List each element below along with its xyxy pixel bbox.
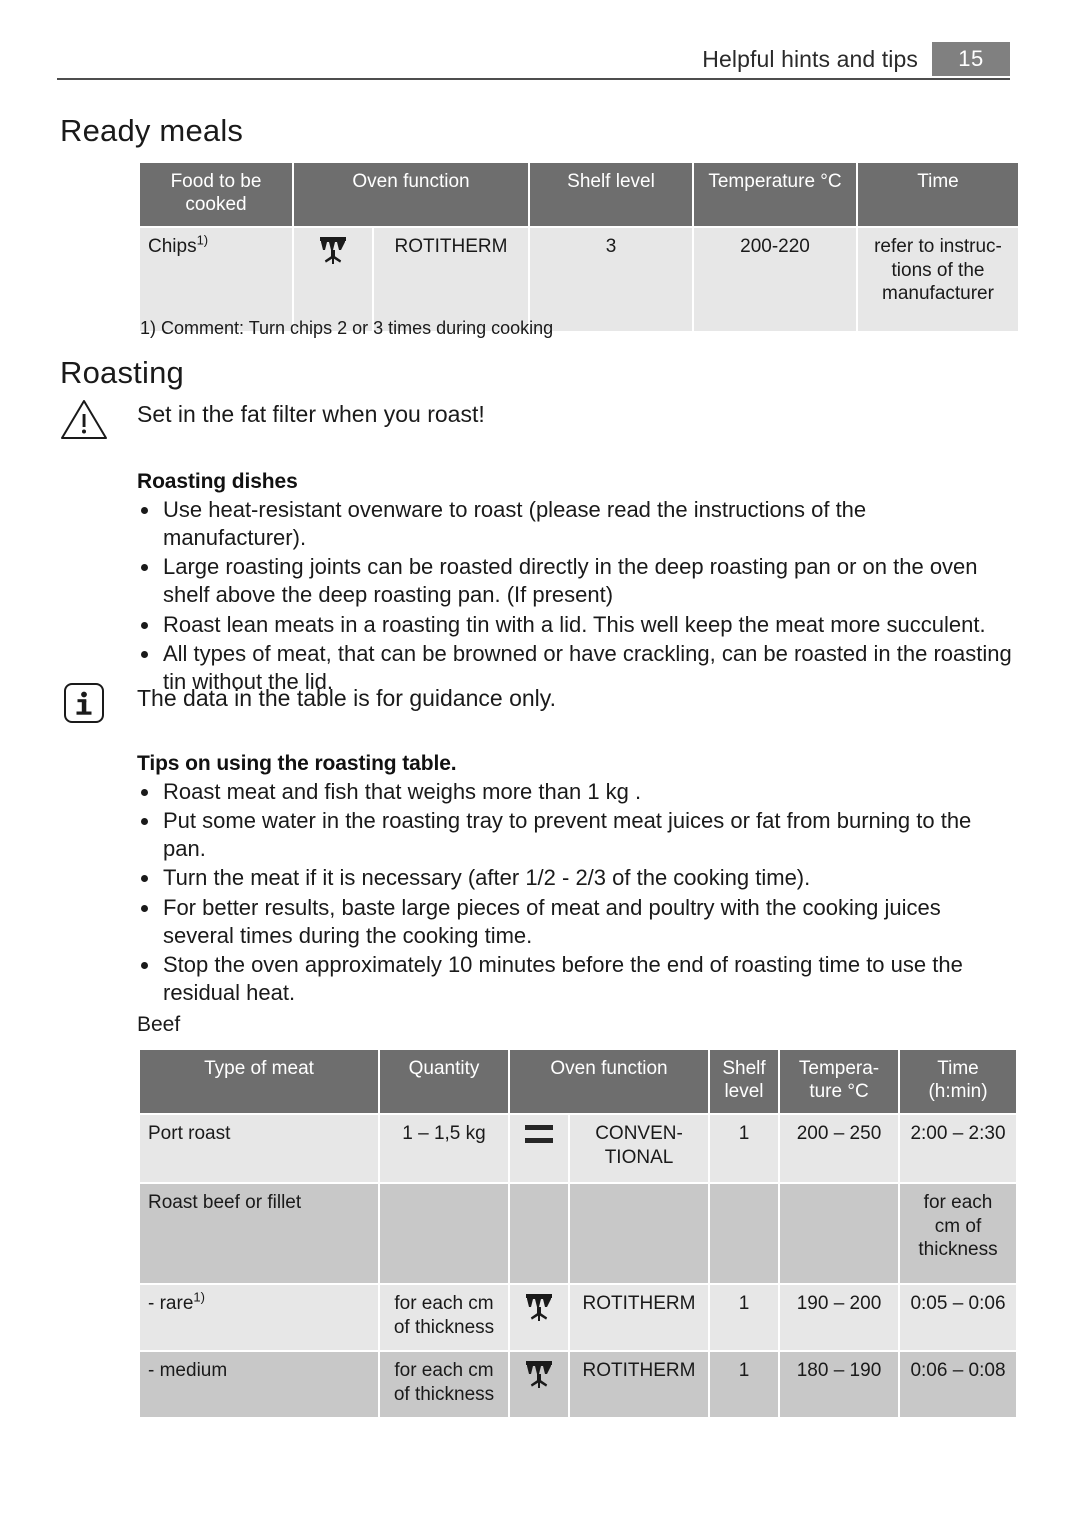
cell-meat-text: Port roast: [148, 1123, 231, 1145]
cell-time: 0:05 – 0:06: [900, 1285, 1016, 1351]
running-header: Helpful hints and tips 15: [57, 40, 1010, 78]
cell-temperature: 200-220: [694, 228, 856, 332]
cell-meat: - rare1): [140, 1285, 378, 1351]
cell-meat-text: - medium: [148, 1360, 228, 1382]
table-header-row: Type of meat Quantity Oven function Shel…: [140, 1050, 1016, 1114]
list-item: Put some water in the roasting tray to p…: [137, 807, 1015, 863]
cell-oven-function-icon: [510, 1285, 568, 1351]
tips-list: Roast meat and fish that weighs more tha…: [137, 778, 1015, 1007]
column-header-temperature: Temperature °C: [694, 163, 856, 227]
table-row: - rare1) for each cm of thickness ROTITH…: [140, 1285, 1016, 1351]
footnote-marker: 1): [196, 233, 209, 249]
column-header-shelf-level: Shelf level: [710, 1050, 778, 1114]
beef-table: Type of meat Quantity Oven function Shel…: [138, 1048, 1018, 1420]
column-header-oven-function: Oven function: [294, 163, 528, 227]
cell-shelf-level: 1: [710, 1285, 778, 1351]
cell-meat: Roast beef or fillet: [140, 1184, 378, 1284]
cell-oven-function-icon: [510, 1115, 568, 1183]
column-header-time: Time (h:min): [900, 1050, 1016, 1114]
cell-quantity: for each cm of thickness: [380, 1285, 508, 1351]
ready-meals-table: Food to be cooked Oven function Shelf le…: [138, 161, 1020, 334]
cell-oven-function-name: ROTITHERM: [374, 228, 528, 332]
table-row: Port roast 1 – 1,5 kg CONVEN- TIONAL 1 2…: [140, 1115, 1016, 1183]
section-heading-ready-meals: Ready meals: [60, 113, 244, 148]
tips-heading: Tips on using the roasting table.: [137, 752, 457, 775]
cell-time: 2:00 – 2:30: [900, 1115, 1016, 1183]
cell-shelf-level: 1: [710, 1115, 778, 1183]
cell-quantity: 1 – 1,5 kg: [380, 1115, 508, 1183]
cell-time: refer to instruc- tions of the manufactu…: [858, 228, 1018, 332]
header-title: Helpful hints and tips: [702, 45, 918, 72]
warning-triangle-icon: [60, 398, 108, 440]
list-item: Use heat-resistant ovenware to roast (pl…: [137, 496, 1015, 552]
table-row: - medium for each cm of thickness ROTITH…: [140, 1352, 1016, 1418]
cell-oven-function-icon: [510, 1184, 568, 1284]
rotitherm-icon: [318, 235, 348, 265]
cell-food-text: Chips: [148, 236, 197, 258]
list-item: For better results, baste large pieces o…: [137, 894, 1015, 950]
cell-oven-function-name: CONVEN- TIONAL: [570, 1115, 708, 1183]
cell-oven-function-icon: [294, 228, 372, 332]
roasting-dishes-block: Roasting dishes Use heat-resistant ovenw…: [137, 470, 1015, 697]
beef-label: Beef: [137, 1013, 181, 1036]
document-page: Helpful hints and tips 15 Ready meals Fo…: [0, 0, 1080, 1529]
cell-quantity: for each cm of thickness: [380, 1352, 508, 1418]
warning-text: Set in the fat filter when you roast!: [137, 401, 485, 427]
cell-temperature: 190 – 200: [780, 1285, 898, 1351]
cell-meat: - medium: [140, 1352, 378, 1418]
cell-time: 0:06 – 0:08: [900, 1352, 1016, 1418]
cell-oven-function-name: ROTITHERM: [570, 1352, 708, 1418]
cell-temperature: 200 – 250: [780, 1115, 898, 1183]
column-header-time: Time: [858, 163, 1018, 227]
cell-meat-text: Roast beef or fillet: [148, 1192, 302, 1214]
list-item: Roast meat and fish that weighs more tha…: [137, 778, 1015, 806]
info-icon: [60, 682, 108, 724]
cell-time: for each cm of thickness: [900, 1184, 1016, 1284]
cell-oven-function-name: ROTITHERM: [570, 1285, 708, 1351]
footnote-marker: 1): [193, 1290, 205, 1306]
header-divider: [57, 78, 1010, 80]
warning-notice: Set in the fat filter when you roast!: [60, 398, 485, 440]
column-header-type-of-meat: Type of meat: [140, 1050, 378, 1114]
cell-meat: Port roast: [140, 1115, 378, 1183]
column-header-food: Food to be cooked: [140, 163, 292, 227]
cell-temperature: [780, 1184, 898, 1284]
ready-meals-footnote: 1) Comment: Turn chips 2 or 3 times duri…: [140, 318, 554, 338]
rotitherm-icon: [524, 1359, 554, 1389]
cell-food: Chips1): [140, 228, 292, 332]
column-header-temperature: Tempera- ture °C: [780, 1050, 898, 1114]
cell-meat-text: - rare: [148, 1293, 194, 1315]
list-item: Roast lean meats in a roasting tin with …: [137, 611, 1015, 639]
column-header-shelf-level: Shelf level: [530, 163, 692, 227]
column-header-oven-function: Oven function: [510, 1050, 708, 1114]
table-row: Roast beef or fillet for each cm of thic…: [140, 1184, 1016, 1284]
page-number-badge: 15: [932, 42, 1010, 76]
roasting-dishes-list: Use heat-resistant ovenware to roast (pl…: [137, 496, 1015, 696]
list-item: Turn the meat if it is necessary (after …: [137, 864, 1015, 892]
cell-quantity: [380, 1184, 508, 1284]
table-row: Chips1) ROTITHERM 3 200-220 refer to ins…: [140, 228, 1018, 332]
roasting-tips-block: Tips on using the roasting table. Roast …: [137, 752, 1015, 1008]
conventional-icon: [524, 1122, 554, 1148]
section-heading-roasting: Roasting: [60, 355, 184, 390]
info-notice: The data in the table is for guidance on…: [60, 682, 556, 724]
rotitherm-icon: [524, 1292, 554, 1322]
cell-shelf-level: 1: [710, 1352, 778, 1418]
table-header-row: Food to be cooked Oven function Shelf le…: [140, 163, 1018, 227]
cell-oven-function-name: [570, 1184, 708, 1284]
cell-shelf-level: [710, 1184, 778, 1284]
cell-temperature: 180 – 190: [780, 1352, 898, 1418]
roasting-dishes-heading: Roasting dishes: [137, 470, 298, 493]
cell-shelf-level: 3: [530, 228, 692, 332]
column-header-quantity: Quantity: [380, 1050, 508, 1114]
info-text: The data in the table is for guidance on…: [137, 685, 556, 711]
list-item: Stop the oven approximately 10 minutes b…: [137, 951, 1015, 1007]
cell-oven-function-icon: [510, 1352, 568, 1418]
list-item: Large roasting joints can be roasted dir…: [137, 553, 1015, 609]
